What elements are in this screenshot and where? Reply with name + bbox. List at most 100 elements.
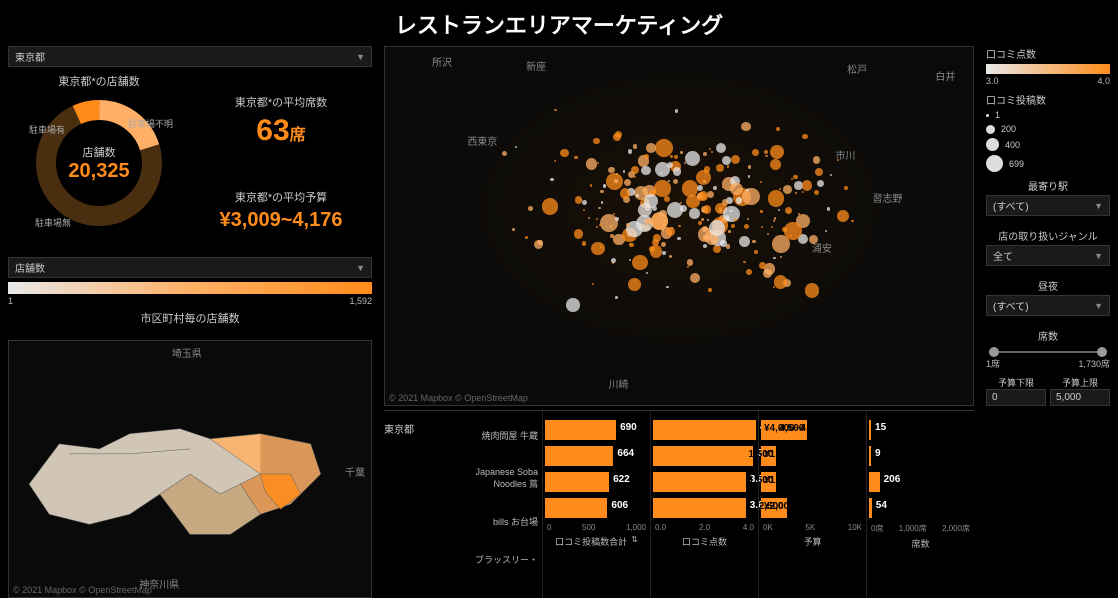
map-dot[interactable] bbox=[742, 188, 760, 206]
map-dot[interactable] bbox=[752, 149, 759, 156]
map-dot[interactable] bbox=[809, 235, 818, 244]
map-dot[interactable] bbox=[817, 180, 824, 187]
map-dot[interactable] bbox=[815, 168, 823, 176]
map-dot[interactable] bbox=[629, 259, 631, 261]
map-dot[interactable] bbox=[802, 134, 807, 139]
map-dot[interactable] bbox=[628, 149, 632, 153]
map-dot[interactable] bbox=[611, 258, 616, 263]
map-dot[interactable] bbox=[674, 155, 678, 159]
map-dot[interactable] bbox=[675, 109, 678, 112]
map-dot[interactable] bbox=[586, 158, 598, 170]
map-dot[interactable] bbox=[771, 226, 773, 228]
bar[interactable]: 3.9 bbox=[653, 446, 753, 466]
map-dot[interactable] bbox=[748, 165, 752, 169]
map-dot[interactable] bbox=[699, 191, 709, 201]
map-dot[interactable] bbox=[623, 170, 625, 172]
map-dot[interactable] bbox=[784, 222, 801, 239]
map-dot[interactable] bbox=[830, 174, 832, 176]
map-dot[interactable] bbox=[583, 209, 585, 211]
map-dot[interactable] bbox=[597, 162, 599, 164]
map-dot[interactable] bbox=[703, 205, 711, 213]
map-dot[interactable] bbox=[707, 219, 709, 221]
map-dot[interactable] bbox=[746, 189, 748, 191]
scatter-map[interactable]: 所沢 新座 松戸 白井 西東京 市川 習志野 浦安 川崎 © 2021 Mapb… bbox=[384, 46, 974, 406]
map-dot[interactable] bbox=[765, 155, 767, 157]
map-dot[interactable] bbox=[646, 143, 656, 153]
map-dot[interactable] bbox=[680, 151, 683, 154]
filter-time-select[interactable]: (すべて) ▼ bbox=[986, 295, 1110, 316]
map-dot[interactable] bbox=[512, 228, 515, 231]
map-dot[interactable] bbox=[687, 266, 689, 268]
map-dot[interactable] bbox=[727, 165, 729, 167]
map-dot[interactable] bbox=[802, 191, 804, 193]
map-dot[interactable] bbox=[678, 225, 681, 228]
map-dot[interactable] bbox=[588, 217, 590, 219]
map-dot[interactable] bbox=[785, 207, 792, 214]
map-dot[interactable] bbox=[722, 156, 731, 165]
map-dot[interactable] bbox=[574, 156, 578, 160]
map-dot[interactable] bbox=[600, 190, 604, 194]
map-dot[interactable] bbox=[770, 159, 781, 170]
map-dot[interactable] bbox=[760, 181, 762, 183]
bar[interactable]: 622 bbox=[545, 472, 609, 492]
map-dot[interactable] bbox=[634, 176, 636, 178]
bar[interactable]: ¥4,000~4,9994,500 bbox=[761, 420, 807, 440]
map-dot[interactable] bbox=[739, 236, 750, 247]
choropleth-map[interactable]: 埼玉県 千葉 神奈川県 © 2021 Mapbox © OpenStreetMa… bbox=[8, 340, 372, 598]
map-dot[interactable] bbox=[590, 184, 592, 186]
map-dot[interactable] bbox=[601, 201, 603, 203]
map-dot[interactable] bbox=[666, 227, 675, 236]
map-dot[interactable] bbox=[773, 257, 776, 260]
map-dot[interactable] bbox=[783, 185, 792, 194]
map-dot[interactable] bbox=[593, 138, 599, 144]
map-dot[interactable] bbox=[599, 224, 601, 226]
map-dot[interactable] bbox=[613, 213, 615, 215]
map-dot[interactable] bbox=[662, 251, 666, 255]
map-dot[interactable] bbox=[591, 242, 604, 255]
map-dot[interactable] bbox=[713, 245, 721, 253]
map-dot[interactable] bbox=[731, 224, 735, 228]
map-dot[interactable] bbox=[655, 139, 673, 157]
slider-thumb-min[interactable] bbox=[989, 347, 999, 357]
bar[interactable]: ¥1,000~1,9991,500 bbox=[761, 446, 776, 466]
map-dot[interactable] bbox=[615, 131, 622, 138]
map-dot[interactable] bbox=[582, 241, 587, 246]
map-dot[interactable] bbox=[744, 224, 749, 229]
map-dot[interactable] bbox=[773, 220, 775, 222]
map-dot[interactable] bbox=[668, 180, 670, 182]
map-dot[interactable] bbox=[770, 145, 785, 160]
store-count-legend-header[interactable]: 店舗数 ▼ bbox=[8, 257, 372, 278]
map-dot[interactable] bbox=[747, 218, 749, 220]
map-dot[interactable] bbox=[620, 188, 630, 198]
map-dot[interactable] bbox=[528, 206, 533, 211]
map-dot[interactable] bbox=[746, 269, 752, 275]
bar[interactable]: ¥2,000~2,9992,500 bbox=[761, 498, 787, 518]
map-dot[interactable] bbox=[632, 255, 648, 271]
bar[interactable]: 664 bbox=[545, 446, 613, 466]
map-dot[interactable] bbox=[764, 150, 768, 154]
slider-thumb-max[interactable] bbox=[1097, 347, 1107, 357]
map-dot[interactable] bbox=[502, 151, 507, 156]
map-dot[interactable] bbox=[689, 208, 700, 219]
map-dot[interactable] bbox=[580, 199, 582, 201]
map-dot[interactable] bbox=[795, 192, 798, 195]
bar[interactable]: 3.6 bbox=[653, 498, 746, 518]
map-dot[interactable] bbox=[716, 164, 725, 173]
map-dot[interactable] bbox=[752, 240, 756, 244]
map-dot[interactable] bbox=[554, 160, 556, 162]
map-dot[interactable] bbox=[596, 226, 598, 228]
map-dot[interactable] bbox=[610, 225, 613, 228]
map-dot[interactable] bbox=[664, 196, 670, 202]
map-dot[interactable] bbox=[641, 166, 651, 176]
seats-slider[interactable] bbox=[994, 351, 1102, 353]
sort-icon[interactable]: ⇅ bbox=[631, 535, 638, 548]
map-dot[interactable] bbox=[560, 149, 569, 158]
bar[interactable]: 9 bbox=[869, 446, 871, 466]
map-dot[interactable] bbox=[773, 286, 775, 288]
map-dot[interactable] bbox=[837, 210, 849, 222]
map-dot[interactable] bbox=[652, 206, 657, 211]
map-dot[interactable] bbox=[643, 212, 645, 214]
map-dot[interactable] bbox=[761, 226, 763, 228]
map-dot[interactable] bbox=[708, 288, 712, 292]
map-dot[interactable] bbox=[802, 180, 813, 191]
